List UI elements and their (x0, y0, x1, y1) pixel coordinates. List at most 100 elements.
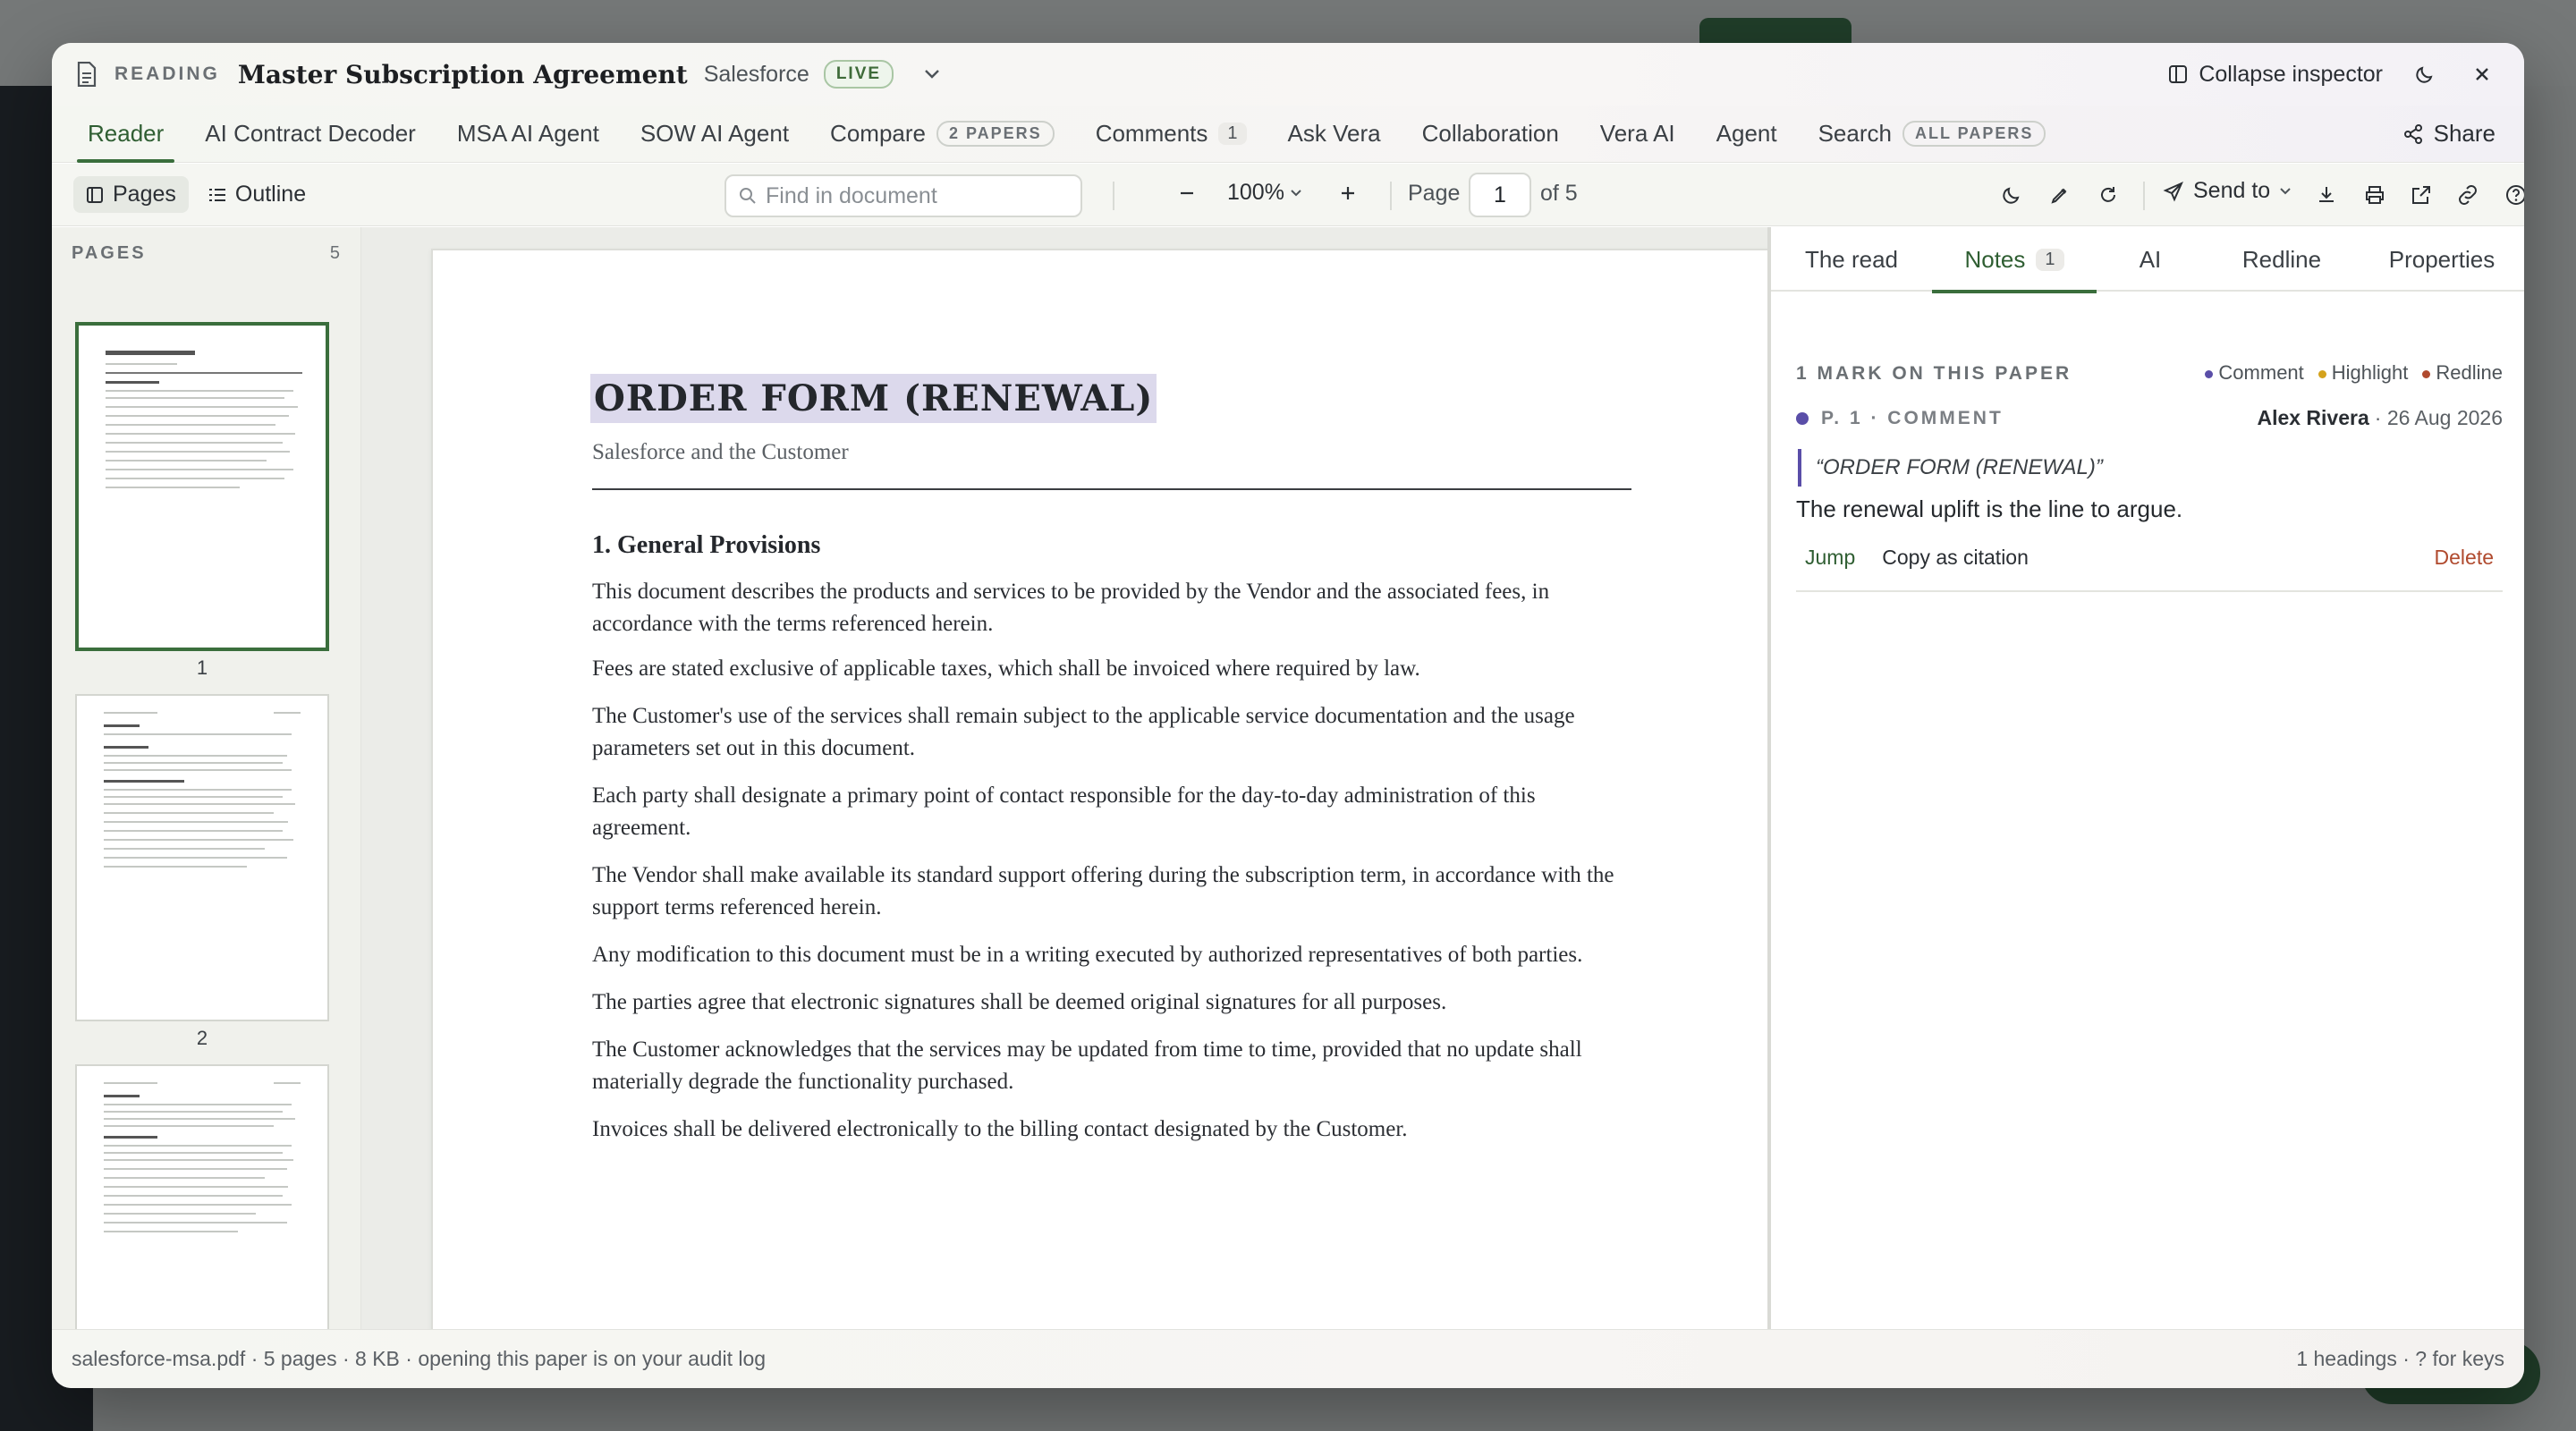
tab-ask-vera[interactable]: Ask Vera (1270, 106, 1399, 163)
paragraph: Any modification to this document must b… (592, 943, 1583, 967)
reader-toolbar: Pages Outline 100% Page of 5 (52, 164, 1766, 226)
chevron-down-icon (1291, 189, 1301, 196)
document-title: Master Subscription Agreement (237, 59, 688, 89)
tab-reader[interactable]: Reader (70, 106, 182, 163)
copy-link-button[interactable] (2453, 180, 2483, 210)
tab-label: Search (1818, 120, 1892, 147)
status-badge: LIVE (823, 60, 894, 89)
find-input[interactable] (766, 182, 1061, 209)
zoom-in-button[interactable] (1333, 178, 1363, 208)
chevron-down-icon (2280, 187, 2291, 194)
tab-label: MSA AI Agent (456, 120, 599, 147)
marks-heading: 1 MARK ON THIS PAPER (1796, 363, 2072, 384)
inspector-tab-properties[interactable]: Properties (2360, 227, 2524, 292)
pages-count: 5 (329, 243, 340, 263)
tab-count: 1 (1218, 123, 1247, 145)
note-date: · 26 Aug 2026 (2374, 406, 2503, 429)
page-total: of 5 (1540, 181, 1578, 206)
tab-label: Reader (88, 120, 165, 147)
refresh-button[interactable] (2093, 180, 2123, 210)
tab-compare[interactable]: Compare 2 PAPERS (812, 106, 1072, 163)
inspector-tab-the-read[interactable]: The read (1771, 227, 1932, 292)
paragraph: The Vendor shall make available its stan… (592, 863, 1614, 919)
paragraph: Invoices shall be delivered electronical… (592, 1117, 1408, 1141)
paragraph: This document describes the products and… (592, 580, 1550, 636)
download-icon (2319, 187, 2334, 202)
tab-search[interactable]: Search ALL PAPERS (1801, 106, 2064, 163)
inspector-tab-redline[interactable]: Redline (2204, 227, 2360, 292)
zoom-out-button[interactable] (1172, 178, 1202, 208)
paragraph: Each party shall designate a primary poi… (592, 783, 1536, 840)
page-thumbnail-2[interactable] (75, 694, 329, 1021)
tab-badge: ALL PAPERS (1902, 121, 2046, 147)
page-number-2: 2 (196, 1027, 208, 1049)
tab-label: AI (2139, 245, 2162, 273)
legend-redline[interactable]: Redline (2422, 361, 2503, 385)
night-mode-button[interactable] (1996, 180, 2027, 210)
paragraph: The parties agree that electronic signat… (592, 990, 1447, 1014)
send-icon (2163, 181, 2183, 201)
help-icon (2506, 185, 2524, 205)
page-thumbnail-1[interactable] (75, 322, 329, 651)
page-number-1: 1 (196, 656, 208, 679)
page-label: Page (1408, 181, 1461, 206)
chevron-down-icon (925, 70, 939, 79)
document-heading[interactable]: ORDER FORM (RENEWAL) (590, 374, 1157, 423)
theme-toggle-button[interactable] (2410, 59, 2440, 89)
tab-vera-ai[interactable]: Vera AI (1582, 106, 1693, 163)
print-button[interactable] (2360, 180, 2390, 210)
pages-header: PAGES 5 (72, 243, 340, 264)
divider (1113, 182, 1114, 210)
tab-agent[interactable]: Agent (1699, 106, 1795, 163)
find-in-document[interactable] (724, 174, 1082, 217)
title-bar: READING Master Subscription Agreement Sa… (52, 43, 2524, 106)
inspector-tab-notes[interactable]: Notes 1 (1932, 227, 2097, 293)
main-tabs: Reader AI Contract Decoder MSA AI Agent … (52, 106, 2524, 163)
document-menu-button[interactable] (919, 61, 945, 88)
link-icon (2459, 185, 2477, 205)
inspector-tab-ai[interactable]: AI (2097, 227, 2204, 292)
legend-highlight[interactable]: Highlight (2318, 361, 2408, 385)
tab-comments[interactable]: Comments 1 (1078, 106, 1265, 163)
jump-button[interactable]: Jump (1796, 542, 1864, 573)
heading-rule (592, 488, 1631, 490)
share-label: Share (2433, 120, 2496, 147)
share-button[interactable]: Share (2403, 120, 2496, 148)
help-button[interactable] (2501, 180, 2524, 210)
tab-msa-ai-agent[interactable]: MSA AI Agent (439, 106, 617, 163)
pages-view-button[interactable]: Pages (73, 176, 189, 213)
zoom-select[interactable]: 100% (1227, 180, 1302, 206)
delete-note-button[interactable]: Delete (2426, 542, 2503, 573)
note-quote: “ORDER FORM (RENEWAL)” (1798, 449, 2103, 487)
open-external-button[interactable] (2406, 180, 2436, 210)
close-button[interactable] (2467, 59, 2497, 89)
collapse-inspector-button[interactable]: Collapse inspector (2168, 62, 2383, 88)
annotate-button[interactable] (2045, 180, 2075, 210)
download-button[interactable] (2311, 180, 2342, 210)
inspector-tabs: The read Notes 1 AI Redline Properties (1771, 227, 2524, 293)
tab-collaboration[interactable]: Collaboration (1404, 106, 1577, 163)
tab-label: Properties (2388, 245, 2496, 273)
send-to-button[interactable]: Send to (2163, 178, 2292, 204)
status-shortcuts: 1 headings · ? for keys (2296, 1347, 2504, 1370)
page-number-input[interactable] (1469, 173, 1531, 217)
marks-legend: Comment Highlight Redline (2205, 361, 2503, 385)
list-icon (208, 188, 225, 201)
tab-label: Ask Vera (1287, 120, 1381, 147)
outline-view-label: Outline (234, 182, 307, 207)
copy-citation-button[interactable]: Copy as citation (1873, 542, 2038, 573)
tab-ai-contract-decoder[interactable]: AI Contract Decoder (187, 106, 434, 163)
document-icon (73, 59, 100, 89)
vendor-name: Salesforce (703, 61, 809, 87)
search-icon (740, 188, 756, 204)
legend-comment[interactable]: Comment (2205, 361, 2304, 385)
moon-icon (2416, 66, 2433, 83)
document-canvas[interactable]: ORDER FORM (RENEWAL) Salesforce and the … (361, 227, 1821, 1329)
note-body: The renewal uplift is the line to argue. (1796, 495, 2183, 522)
page-thumbnail-3[interactable] (75, 1064, 329, 1329)
close-icon (2476, 68, 2488, 80)
note-tag: P. 1 · COMMENT (1821, 407, 2004, 428)
outline-view-button[interactable]: Outline (196, 176, 318, 213)
external-link-icon (2412, 186, 2430, 204)
tab-sow-ai-agent[interactable]: SOW AI Agent (623, 106, 807, 163)
